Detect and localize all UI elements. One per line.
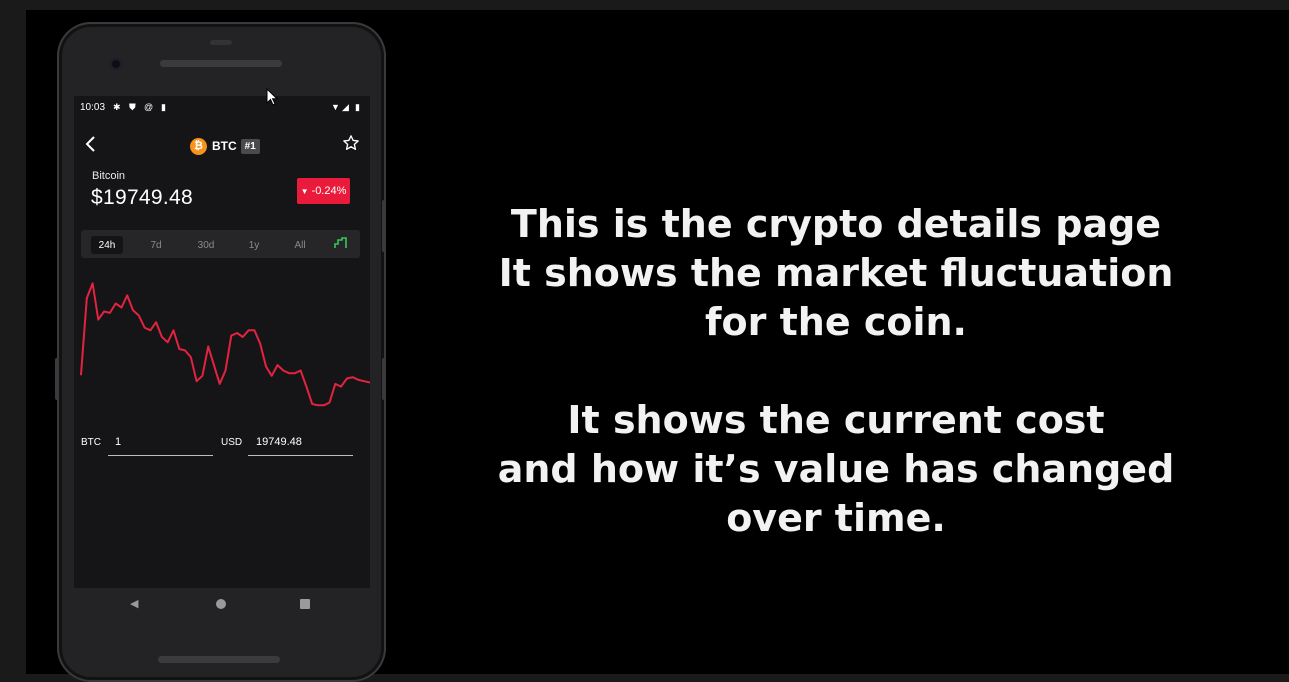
mouse-cursor-icon <box>266 88 279 106</box>
wifi-icon: ▼ <box>331 102 340 112</box>
caption-line: and how it’s value has changed <box>497 447 1175 491</box>
price-line-series <box>80 282 370 407</box>
caption-line: over time. <box>726 496 946 540</box>
bitcoin-logo-icon: ₿ <box>190 137 207 155</box>
status-bar: 10:03 ✱ ⛊ @ ▮ ▼ ◢ ▮ <box>74 96 370 118</box>
coin-symbol: BTC <box>212 139 237 153</box>
star-outline-icon <box>343 135 359 150</box>
top-app-bar: ₿ BTC #1 <box>74 132 370 160</box>
range-tab-7d[interactable]: 7d <box>143 236 169 254</box>
status-time: 10:03 <box>80 102 106 113</box>
phone-side-button <box>55 358 59 400</box>
crypto-amount-label: BTC <box>81 437 101 448</box>
fiat-input-underline <box>248 455 353 456</box>
battery-icon: ▮ <box>355 102 360 112</box>
app-screen: 10:03 ✱ ⛊ @ ▮ ▼ ◢ ▮ ₿ BTC #1 Bitcoin $19… <box>74 96 370 588</box>
price-chart <box>80 282 370 407</box>
shield-icon: ⛊ <box>129 102 136 112</box>
gear-icon: ✱ <box>113 102 121 112</box>
caption-line: It shows the market fluctuation <box>498 251 1174 295</box>
crypto-input-underline <box>108 455 213 456</box>
phone-power-button <box>382 358 386 400</box>
range-tab-1y[interactable]: 1y <box>243 236 265 254</box>
coin-name: Bitcoin <box>92 170 126 182</box>
caption-line: This is the crypto details page <box>510 202 1162 246</box>
circle-home-icon[interactable] <box>216 599 226 609</box>
fiat-amount-label: USD <box>221 437 243 448</box>
square-recents-icon[interactable] <box>300 599 310 609</box>
phone-bottom-speaker <box>158 656 280 663</box>
phone-earpiece <box>160 60 282 67</box>
sim-card-icon: ▮ <box>161 102 166 112</box>
caption-line: for the coin. <box>705 300 967 344</box>
range-tab-24h[interactable]: 24h <box>91 236 123 254</box>
cellular-signal-icon: ◢ <box>342 102 349 112</box>
price-change-badge: ▼ -0.24% <box>297 178 350 204</box>
line-chart-toggle-icon[interactable] <box>334 236 348 250</box>
coin-identity: ₿ BTC #1 <box>190 137 260 155</box>
fiat-amount-input[interactable]: 19749.48 <box>256 436 302 448</box>
crypto-amount-input[interactable]: 1 <box>115 436 121 448</box>
chevron-left-icon <box>85 136 95 152</box>
back-button[interactable] <box>84 135 98 157</box>
rank-badge: #1 <box>240 138 260 154</box>
phone-volume-button <box>382 200 386 252</box>
front-camera-icon <box>110 58 122 70</box>
range-tab-all[interactable]: All <box>288 236 312 254</box>
caption-text: This is the crypto details page It shows… <box>470 200 1202 543</box>
at-sign-icon: @ <box>144 102 154 112</box>
caption-line: It shows the current cost <box>567 398 1105 442</box>
time-range-selector: 24h 7d 30d 1y All <box>81 230 360 258</box>
coin-price: $19749.48 <box>91 186 193 209</box>
phone-sensor <box>210 40 232 45</box>
price-change-value: -0.24% <box>311 185 347 197</box>
range-tab-30d[interactable]: 30d <box>191 236 221 254</box>
triangle-back-icon[interactable]: ◀ <box>130 597 138 610</box>
caret-down-icon: ▼ <box>300 186 309 196</box>
favorite-button[interactable] <box>342 134 360 156</box>
